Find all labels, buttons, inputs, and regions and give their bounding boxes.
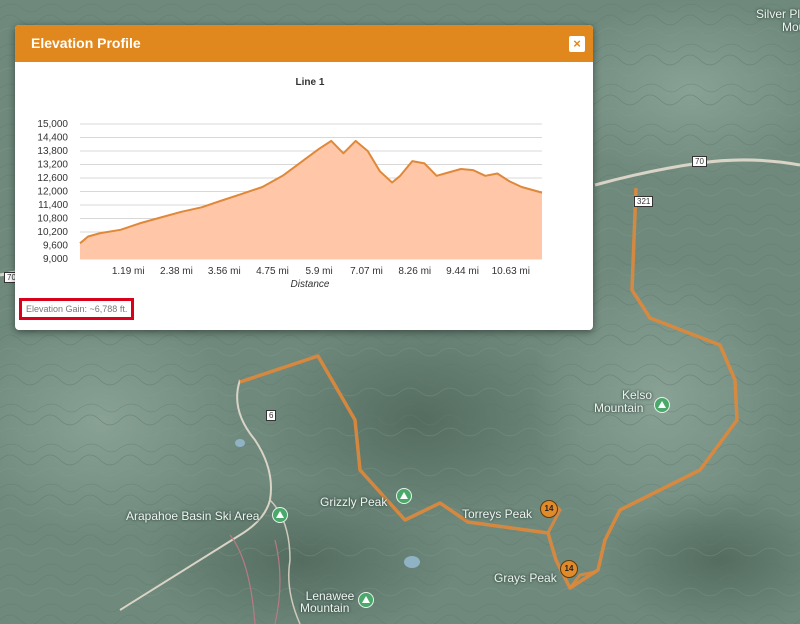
- x-axis-label: Distance: [291, 279, 330, 290]
- kelso-peak-icon[interactable]: [654, 397, 670, 413]
- grays-14er-badge[interactable]: 14: [560, 560, 578, 578]
- y-tick-label: 12,000: [37, 187, 68, 198]
- y-tick-label: 13,200: [37, 160, 68, 171]
- panel-header: Elevation Profile ×: [15, 25, 593, 62]
- highway-70-shield: 70: [692, 156, 707, 167]
- x-tick-label: 9.44 mi: [446, 266, 479, 277]
- y-tick-label: 10,800: [37, 214, 68, 225]
- x-tick-label: 8.26 mi: [398, 266, 431, 277]
- panel-title: Elevation Profile: [31, 35, 141, 51]
- elevation-gain-label: Elevation Gain: ~6,788 ft.: [19, 298, 135, 320]
- highway-321-shield: 321: [634, 196, 654, 207]
- x-tick-label: 7.07 mi: [350, 266, 383, 277]
- x-tick-label: 10.63 mi: [492, 266, 530, 277]
- y-tick-label: 14,400: [37, 133, 68, 144]
- map-label-lenawee-2: Mountain: [300, 601, 350, 615]
- chart-area-group: [79, 139, 543, 259]
- x-axis: 1.19 mi 2.38 mi 3.56 mi 4.75 mi 5.9 mi 7.07 m…: [112, 266, 530, 277]
- torreys-14er-badge[interactable]: 14: [540, 500, 558, 518]
- map-label-arapahoe: Arapahoe Basin Ski Area: [126, 509, 260, 523]
- y-tick-label: 9,600: [43, 241, 68, 252]
- map-label-grizzly: Grizzly Peak: [320, 495, 388, 509]
- y-tick-label: 11,400: [38, 200, 68, 211]
- x-tick-label: 2.38 mi: [160, 266, 193, 277]
- arapahoe-ski-area-icon[interactable]: [272, 507, 288, 523]
- map-label-grays: Grays Peak: [494, 571, 557, 585]
- y-tick-label: 15,000: [37, 119, 68, 130]
- map-label-torreys: Torreys Peak: [462, 507, 533, 521]
- x-tick-label: 1.19 mi: [112, 266, 145, 277]
- x-tick-label: 3.56 mi: [208, 266, 241, 277]
- y-tick-label: 13,800: [37, 146, 68, 157]
- highway-6-shield: 6: [266, 410, 277, 421]
- y-axis: 9,000 9,600 10,200 10,800 11,400 12,000 12,600…: [37, 119, 68, 265]
- elevation-profile-panel: Elevation Profile × Line 1 9,000 9,600 10,…: [15, 25, 593, 330]
- elevation-area-fill: [80, 140, 542, 259]
- map-label-kelso-2: Mountain: [594, 401, 644, 415]
- x-tick-label: 4.75 mi: [256, 266, 289, 277]
- elevation-chart: Line 1 9,000 9,600 10,200 10,800 11,400 12,00…: [37, 77, 543, 290]
- x-tick-label: 5.9 mi: [305, 266, 332, 277]
- y-tick-label: 12,600: [37, 173, 68, 184]
- chart-title: Line 1: [296, 77, 325, 88]
- close-button[interactable]: ×: [569, 36, 585, 52]
- grizzly-peak-icon[interactable]: [396, 488, 412, 504]
- y-tick-label: 9,000: [43, 254, 68, 265]
- y-tick-label: 10,200: [37, 227, 68, 238]
- map-label-silver-plume-2: Mou: [782, 20, 800, 34]
- lenawee-peak-icon[interactable]: [358, 592, 374, 608]
